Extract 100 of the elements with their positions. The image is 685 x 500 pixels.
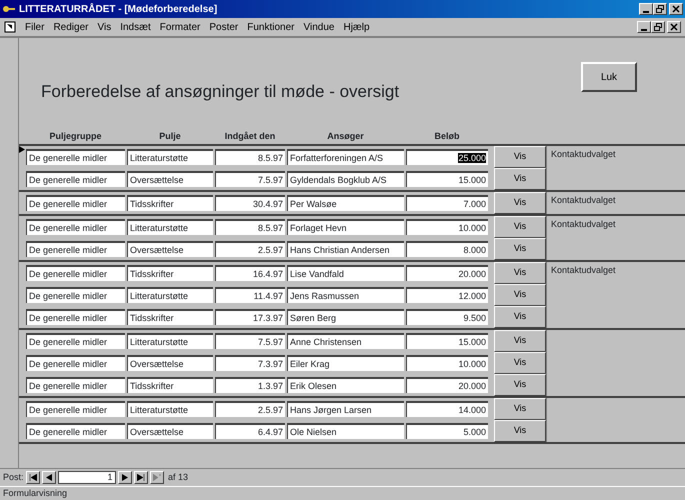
text-field[interactable]: 9.500 (406, 309, 488, 325)
text-field[interactable]: Litteraturstøtte (127, 287, 213, 303)
text-field[interactable]: De generelle midler (26, 171, 125, 187)
restore-button[interactable] (651, 21, 665, 33)
text-field[interactable]: 5.000 (406, 423, 488, 439)
text-field[interactable]: Eiler Krag (287, 355, 404, 371)
menu-item[interactable]: Formater (160, 20, 200, 34)
menu-item[interactable]: Hjælp (343, 20, 370, 34)
text-field[interactable]: De generelle midler (26, 377, 125, 393)
text-field[interactable]: 25.000 (406, 149, 488, 165)
last-button[interactable] (134, 471, 148, 484)
text-field[interactable]: 15.000 (406, 171, 488, 187)
view-button[interactable]: Vis (494, 284, 546, 306)
text-field[interactable]: De generelle midler (26, 219, 125, 235)
text-field[interactable]: Litteraturstøtte (127, 219, 213, 235)
text-field[interactable]: 8.000 (406, 241, 488, 257)
menu-item[interactable]: Rediger (53, 20, 88, 34)
text-field[interactable]: Erik Olesen (287, 377, 404, 393)
text-field[interactable]: Tidsskrifter (127, 265, 213, 281)
close-button[interactable] (667, 21, 681, 33)
text-field[interactable]: Oversættelse (127, 241, 213, 257)
text-field[interactable]: Tidsskrifter (127, 377, 213, 393)
text-field[interactable]: Ole Nielsen (287, 423, 404, 439)
text-field[interactable]: Søren Berg (287, 309, 404, 325)
text-field[interactable]: Litteraturstøtte (127, 333, 213, 349)
text-field[interactable]: 7.5.97 (215, 171, 285, 187)
text-field[interactable]: Tidsskrifter (127, 195, 213, 211)
menu-item[interactable]: Vindue (304, 20, 334, 34)
text-field[interactable]: 17.3.97 (215, 309, 285, 325)
menu-item[interactable]: Filer (25, 20, 44, 34)
text-field[interactable]: De generelle midler (26, 309, 125, 325)
text-field[interactable]: Litteraturstøtte (127, 149, 213, 165)
view-button[interactable]: Vis (494, 420, 546, 442)
view-button[interactable]: Vis (494, 262, 546, 284)
view-button[interactable]: Vis (494, 146, 546, 168)
view-button[interactable]: Vis (494, 330, 546, 352)
restore-button[interactable] (653, 3, 667, 15)
text-field[interactable]: 7.000 (406, 195, 488, 211)
text-field[interactable]: De generelle midler (26, 149, 125, 165)
text-field[interactable]: 10.000 (406, 219, 488, 235)
text-field[interactable]: 14.000 (406, 401, 488, 417)
text-field[interactable]: Hans Jørgen Larsen (287, 401, 404, 417)
text-field[interactable]: 20.000 (406, 377, 488, 393)
text-field[interactable]: Litteraturstøtte (127, 401, 213, 417)
text-field[interactable]: De generelle midler (26, 287, 125, 303)
minimize-button[interactable] (639, 3, 653, 15)
text-field[interactable]: Lise Vandfald (287, 265, 404, 281)
text-field[interactable]: 8.5.97 (215, 149, 285, 165)
text-field[interactable]: 20.000 (406, 265, 488, 281)
text-field[interactable]: Forfatterforeningen A/S (287, 149, 404, 165)
text-field[interactable]: 16.4.97 (215, 265, 285, 281)
text-field[interactable]: Oversættelse (127, 171, 213, 187)
text-field[interactable]: Per Walsøe (287, 195, 404, 211)
text-field[interactable]: Oversættelse (127, 423, 213, 439)
text-field[interactable]: De generelle midler (26, 195, 125, 211)
text-field[interactable]: De generelle midler (26, 401, 125, 417)
text-field[interactable]: 2.5.97 (215, 241, 285, 257)
text-field[interactable]: 15.000 (406, 333, 488, 349)
text-field[interactable]: 1.3.97 (215, 377, 285, 393)
text-field[interactable]: 6.4.97 (215, 423, 285, 439)
record-number-field[interactable]: 1 (58, 471, 116, 484)
close-button[interactable] (669, 3, 683, 15)
minimize-button[interactable] (637, 21, 651, 33)
view-button[interactable]: Vis (494, 374, 546, 396)
menu-item[interactable]: Indsæt (120, 20, 151, 34)
text-field[interactable]: 11.4.97 (215, 287, 285, 303)
text-field[interactable]: 12.000 (406, 287, 488, 303)
menu-item[interactable]: Vis (97, 20, 112, 34)
text-field[interactable]: Forlaget Hevn (287, 219, 404, 235)
menu-item[interactable]: Funktioner (247, 20, 294, 34)
text-field[interactable]: 8.5.97 (215, 219, 285, 235)
text-field[interactable]: 30.4.97 (215, 195, 285, 211)
text-field[interactable]: Gyldendals Bogklub A/S (287, 171, 404, 187)
text-field[interactable]: Tidsskrifter (127, 309, 213, 325)
text-field[interactable]: De generelle midler (26, 265, 125, 281)
text-field[interactable]: 2.5.97 (215, 401, 285, 417)
menu-item[interactable]: Poster (209, 20, 238, 34)
close-button[interactable]: Luk (581, 62, 637, 92)
new-record-button[interactable] (150, 471, 164, 484)
view-button[interactable]: Vis (494, 216, 546, 238)
view-button[interactable]: Vis (494, 168, 546, 190)
view-button[interactable]: Vis (494, 352, 546, 374)
next-button[interactable] (118, 471, 132, 484)
text-field[interactable]: Hans Christian Andersen (287, 241, 404, 257)
text-field[interactable]: De generelle midler (26, 355, 125, 371)
text-field[interactable]: 7.5.97 (215, 333, 285, 349)
text-field[interactable]: 10.000 (406, 355, 488, 371)
view-button[interactable]: Vis (494, 192, 546, 214)
text-field[interactable]: De generelle midler (26, 333, 125, 349)
previous-button[interactable] (42, 471, 56, 484)
text-field[interactable]: Oversættelse (127, 355, 213, 371)
text-field[interactable]: Anne Christensen (287, 333, 404, 349)
text-field[interactable]: Jens Rasmussen (287, 287, 404, 303)
text-field[interactable]: De generelle midler (26, 423, 125, 439)
text-field[interactable]: De generelle midler (26, 241, 125, 257)
view-button[interactable]: Vis (494, 398, 546, 420)
text-field[interactable]: 7.3.97 (215, 355, 285, 371)
first-button[interactable] (26, 471, 40, 484)
view-button[interactable]: Vis (494, 238, 546, 260)
view-button[interactable]: Vis (494, 306, 546, 328)
